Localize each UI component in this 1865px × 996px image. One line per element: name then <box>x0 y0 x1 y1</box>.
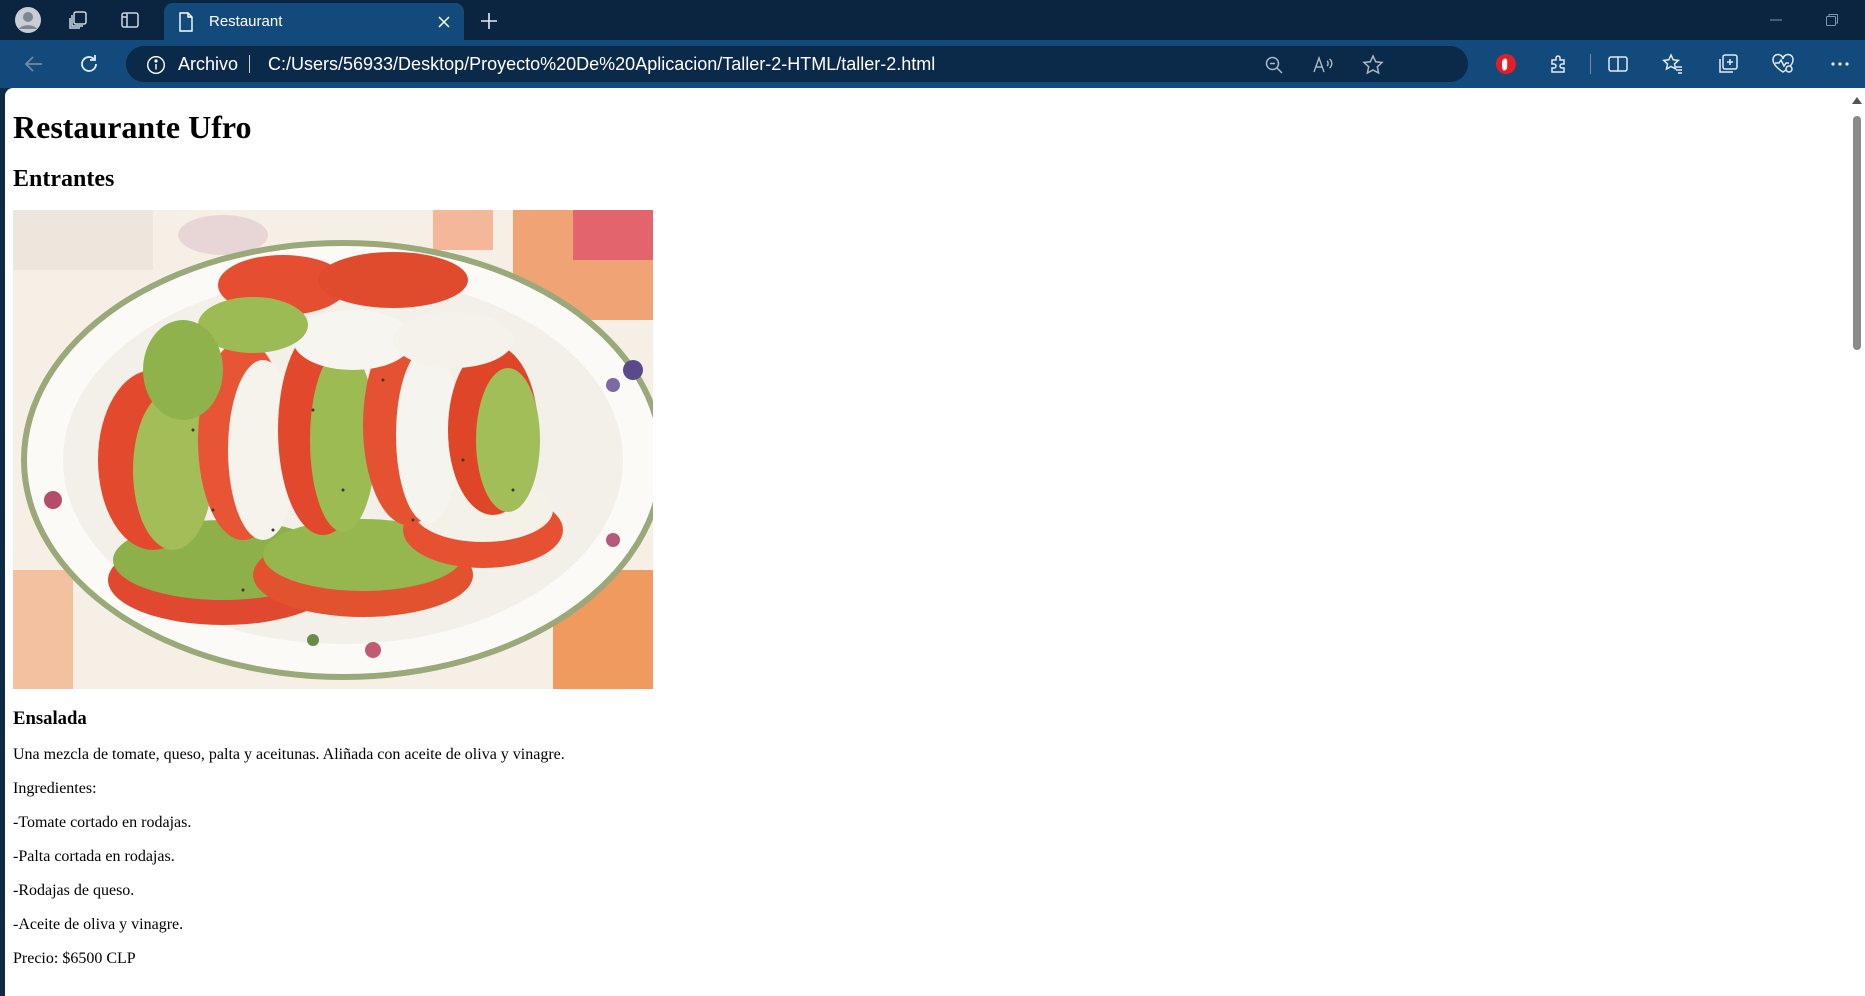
read-aloud-icon[interactable] <box>1311 53 1335 77</box>
profile-icon[interactable] <box>12 4 44 36</box>
url-text[interactable]: C:/Users/56933/Desktop/Proyecto%20De%20A… <box>268 54 935 75</box>
restore-icon[interactable] <box>1820 8 1844 32</box>
workspaces-icon[interactable] <box>62 4 94 36</box>
back-icon[interactable] <box>18 48 50 80</box>
split-screen-icon[interactable] <box>1602 48 1634 80</box>
favorites-icon[interactable] <box>1657 48 1689 80</box>
browser-tab-bar: Restaurant <box>0 0 1865 40</box>
ingredient-item: -Rodajas de queso. <box>13 882 135 899</box>
minimize-icon[interactable] <box>1764 8 1788 32</box>
ingredients-label: Ingredientes: <box>13 780 97 797</box>
more-icon[interactable] <box>1824 48 1856 80</box>
vertical-scrollbar[interactable] <box>1849 88 1865 996</box>
refresh-icon[interactable] <box>73 48 105 80</box>
ingredient-item: -Tomate cortado en rodajas. <box>13 814 192 831</box>
section-heading: Entrantes <box>13 166 115 192</box>
page-viewport: Restaurante Ufro Entrantes Ensalada Una … <box>5 88 1865 996</box>
zoom-out-icon[interactable] <box>1262 53 1286 77</box>
new-tab-button[interactable] <box>474 6 504 36</box>
page-title: Restaurante Ufro <box>13 109 252 145</box>
adblock-icon[interactable] <box>1490 48 1522 80</box>
tab-title: Restaurant <box>209 13 283 30</box>
star-icon[interactable] <box>1361 53 1385 77</box>
ingredient-item: -Aceite de oliva y vinagre. <box>13 916 184 933</box>
browser-toolbar: Archivo C:/Users/56933/Desktop/Proyecto%… <box>0 40 1865 88</box>
page-icon <box>178 12 194 37</box>
scroll-thumb[interactable] <box>1853 116 1861 350</box>
close-tab-icon[interactable] <box>434 12 454 32</box>
toolbar-divider <box>1590 54 1591 74</box>
salad-image <box>13 210 653 689</box>
scroll-up-arrow-icon[interactable] <box>1852 97 1862 104</box>
dish-price: Precio: $6500 CLP <box>13 950 136 967</box>
vertical-tabs-icon[interactable] <box>114 4 146 36</box>
address-separator <box>249 55 250 73</box>
collections-icon[interactable] <box>1712 48 1744 80</box>
ingredient-item: -Palta cortada en rodajas. <box>13 848 175 865</box>
dish-name: Ensalada <box>13 708 87 729</box>
site-info-icon[interactable] <box>146 55 166 80</box>
address-bar[interactable]: Archivo C:/Users/56933/Desktop/Proyecto%… <box>126 46 1468 82</box>
heart-pulse-icon[interactable] <box>1767 48 1799 80</box>
puzzle-icon[interactable] <box>1543 48 1575 80</box>
site-label: Archivo <box>178 54 239 74</box>
dish-description: Una mezcla de tomate, queso, palta y ace… <box>13 746 565 763</box>
page-content: Restaurante Ufro Entrantes Ensalada Una … <box>13 88 1833 969</box>
active-tab[interactable]: Restaurant <box>164 3 464 40</box>
